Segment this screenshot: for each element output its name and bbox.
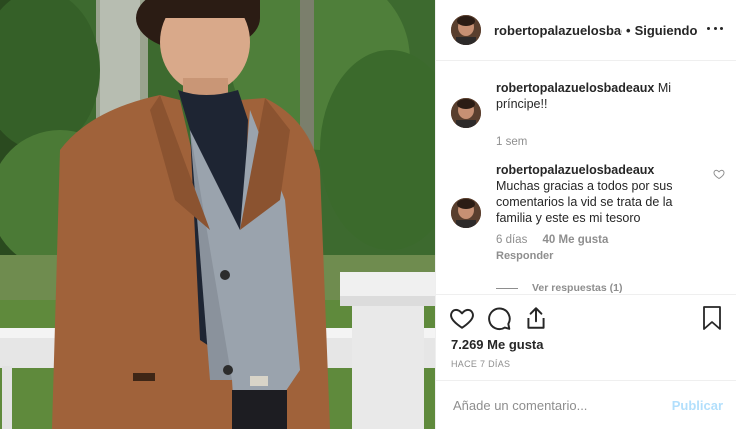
post-photo-illustration: [0, 0, 435, 429]
comment-avatar[interactable]: [451, 198, 481, 228]
more-horizontal-icon[interactable]: [707, 20, 723, 36]
post-actions: 7.269 Me gusta HACE 7 DÍAS: [436, 294, 736, 380]
post-photo[interactable]: [0, 0, 435, 429]
likes-count[interactable]: 7.269 Me gusta: [451, 337, 544, 352]
comment-icon[interactable]: [486, 305, 512, 331]
comment-text: Muchas gracias a todos por sus comentari…: [496, 179, 673, 225]
post-header: robertopalazuelosbade • Siguiendo: [436, 0, 736, 61]
publish-button[interactable]: Publicar: [672, 398, 723, 413]
comment-like-heart-icon[interactable]: [713, 168, 725, 180]
author-username[interactable]: robertopalazuelosbade: [494, 23, 622, 38]
comments-list[interactable]: robertopalazuelosbadeaux Mi príncipe!! 1…: [436, 62, 736, 293]
comment-avatar[interactable]: [451, 98, 481, 128]
view-replies-divider: [496, 287, 518, 289]
action-icons-row: [449, 305, 560, 331]
comment-meta: 6 días 40 Me gusta: [496, 232, 711, 248]
comment-body: robertopalazuelosbadeaux Mi príncipe!! 1…: [496, 80, 711, 150]
comment-time[interactable]: 6 días: [496, 234, 527, 246]
author-avatar[interactable]: [451, 15, 481, 45]
comment-time[interactable]: 1 sem: [496, 136, 527, 148]
comment-username[interactable]: robertopalazuelosbadeaux: [496, 162, 711, 178]
follow-separator: •: [626, 22, 631, 38]
instagram-post-view: robertopalazuelosbade • Siguiendo: [0, 0, 736, 429]
comment-likes[interactable]: 40 Me gusta: [543, 234, 609, 246]
reply-button[interactable]: Responder: [496, 248, 711, 264]
post-side-panel: robertopalazuelosbade • Siguiendo: [435, 0, 736, 429]
following-button[interactable]: Siguiendo: [635, 23, 698, 38]
add-comment-form: Publicar: [436, 380, 736, 429]
comment-body: robertopalazuelosbadeaux Muchas gracias …: [496, 162, 711, 264]
comment-meta: 1 sem: [496, 134, 711, 150]
view-replies-label[interactable]: Ver respuestas (1): [532, 282, 622, 293]
share-icon[interactable]: [523, 305, 549, 331]
comment-input[interactable]: [451, 395, 651, 415]
bookmark-icon[interactable]: [700, 305, 724, 331]
comment-username[interactable]: robertopalazuelosbadeaux: [496, 81, 654, 95]
posted-time[interactable]: HACE 7 DÍAS: [451, 359, 510, 369]
view-replies-button[interactable]: Ver respuestas (1): [496, 282, 622, 293]
heart-icon[interactable]: [449, 305, 475, 331]
